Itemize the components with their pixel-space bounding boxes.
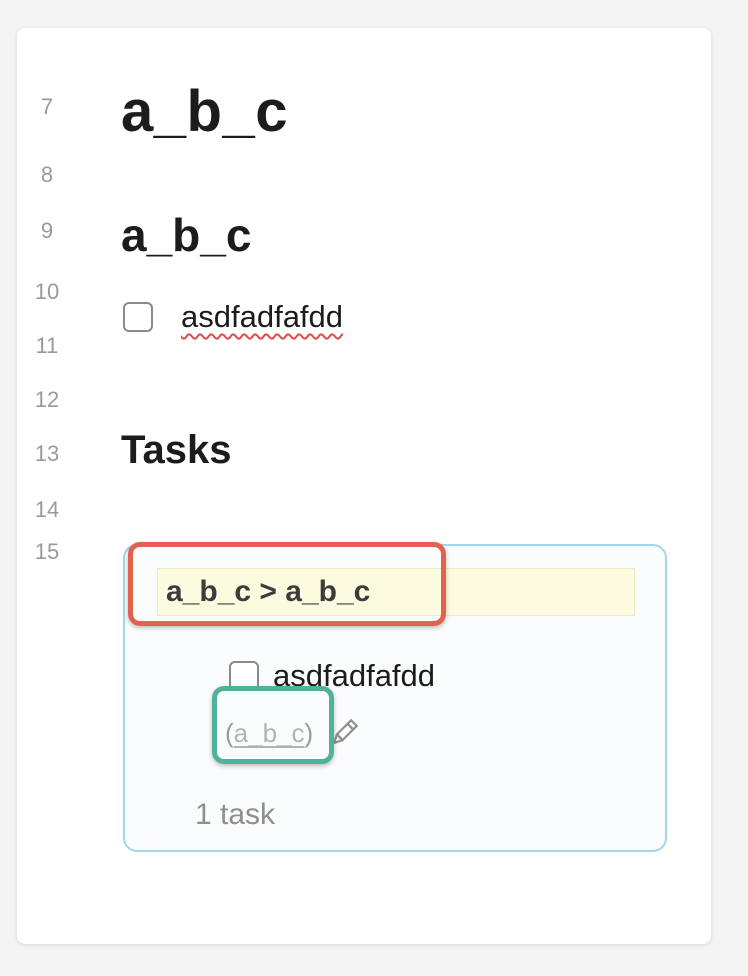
line-number-15: 15 [34,539,60,564]
tasks-query-result: a_b_c > a_b_c asdfadfafdd (a_b_c) 1 task [123,542,667,852]
task-count: 1 task [195,798,276,831]
line-number-12: 12 [34,387,60,412]
line-number-11: 11 [35,333,59,358]
heading-tasks[interactable]: Tasks [121,428,231,473]
line-number-9: 9 [40,218,54,243]
line-number-8: 8 [40,162,54,187]
heading-2[interactable]: a_b_c [121,208,251,262]
line-number-10: 10 [34,279,60,304]
line-number-13: 13 [34,441,60,466]
editor-page: 7 8 9 10 11 12 13 14 15 a_b_c a_b_c asdf… [17,28,711,944]
group-heading-highlight [128,542,446,626]
line-number-14: 14 [34,497,60,522]
line-number-7: 7 [40,94,54,119]
task-text[interactable]: asdfadfafdd [181,299,343,335]
heading-1[interactable]: a_b_c [121,78,288,145]
task-item: asdfadfafdd [123,299,343,335]
backlink-highlight [212,686,334,764]
task-checkbox[interactable] [123,302,153,332]
